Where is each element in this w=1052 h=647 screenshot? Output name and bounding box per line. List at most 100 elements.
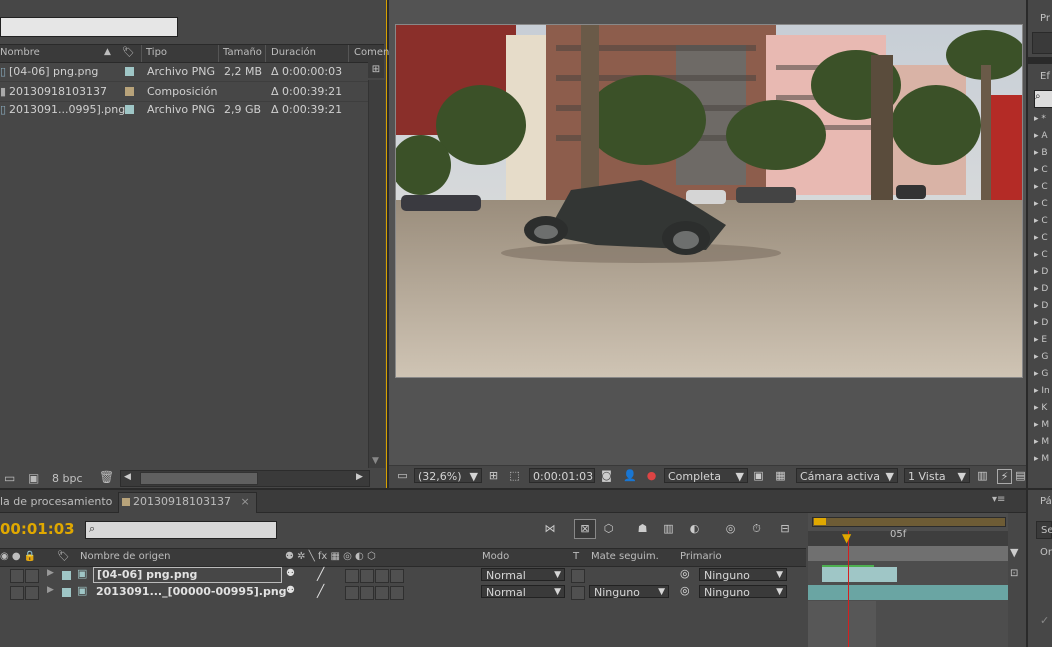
switch-motion-blur[interactable] (375, 569, 389, 583)
current-time-indicator[interactable] (848, 531, 849, 647)
label-tag-icon[interactable]: 🏷 (57, 551, 70, 562)
close-icon[interactable]: × (240, 495, 249, 508)
track-matte-dropdown[interactable]: Ninguno ▼ (589, 585, 669, 599)
quality-switch-icon[interactable]: ╱ (317, 584, 324, 598)
timeline-search-input[interactable]: ⌕ (85, 521, 277, 539)
label-color-swatch[interactable] (125, 105, 134, 114)
flowchart-view-icon[interactable]: ⚡ (997, 469, 1012, 484)
solo-toggle[interactable] (25, 586, 39, 600)
project-vertical-scrollbar[interactable] (368, 80, 385, 468)
effect-category[interactable]: ▸ M (1034, 454, 1049, 464)
draft-3d-icon[interactable]: ⬡ (602, 522, 615, 535)
column-parent[interactable]: Primario (680, 551, 722, 562)
show-snapshot-icon[interactable]: 👤 (623, 469, 637, 482)
column-duration[interactable]: Duración (271, 47, 316, 58)
layer-label-color[interactable] (62, 571, 71, 580)
project-item[interactable]: ▯ [04-06] png.png Archivo PNG 2,2 MB Δ 0… (0, 62, 368, 81)
auto-keyframe-icon[interactable]: ⏱ (750, 522, 763, 535)
effect-category[interactable]: ▸ D (1034, 284, 1048, 294)
preview-controls[interactable] (1032, 32, 1052, 54)
effect-category[interactable]: ▸ C (1034, 233, 1048, 243)
column-name[interactable]: Nombre (0, 47, 40, 58)
comp-mini-flowchart-icon[interactable]: ⋈ (540, 522, 560, 535)
composition-preview-frame[interactable] (395, 24, 1023, 378)
magnification-dropdown[interactable]: (32,6%) ▼ (414, 468, 482, 483)
column-source-name[interactable]: Nombre de origen (80, 551, 170, 562)
effect-category[interactable]: ▸ * (1034, 114, 1046, 124)
graph-editor-icon[interactable]: ⊟ (776, 522, 794, 535)
live-update-icon[interactable]: ⊠ (574, 519, 596, 539)
effect-category[interactable]: ▸ C (1034, 199, 1048, 209)
snapshot-camera-icon[interactable]: ◙ (600, 469, 613, 482)
channel-rgb-icon[interactable]: ● (645, 469, 658, 482)
label-color-swatch[interactable] (125, 87, 134, 96)
effect-category[interactable]: ▸ C (1034, 165, 1048, 175)
layer-name[interactable]: [04-06] png.png (93, 567, 282, 583)
quality-switch-icon[interactable]: ╱ (317, 567, 324, 581)
preview-panel-tab[interactable]: Pr (1040, 13, 1050, 24)
expand-arrow-icon[interactable]: ▶ (47, 585, 54, 595)
always-preview-icon[interactable]: ▭ (396, 469, 409, 482)
effect-category[interactable]: ▸ E (1034, 335, 1047, 345)
switch-3d[interactable] (390, 569, 404, 583)
flowchart-icon[interactable]: ⊞ (368, 62, 384, 78)
transparency-grid-icon[interactable]: ▦ (774, 469, 787, 482)
effect-category[interactable]: ▸ B (1034, 148, 1048, 158)
trash-icon[interactable]: 🗑 (99, 470, 114, 484)
label-color-swatch[interactable] (125, 67, 134, 76)
parent-dropdown[interactable]: Ninguno ▼ (699, 585, 787, 599)
exposure-icon[interactable]: ▤ (1014, 469, 1027, 482)
new-composition-icon[interactable]: ▣ (28, 471, 39, 485)
switch-effect[interactable] (345, 569, 359, 583)
resolution-dropdown[interactable]: Completa ▼ (664, 468, 748, 483)
column-type[interactable]: Tipo (146, 47, 167, 58)
effect-category[interactable]: ▸ M (1034, 437, 1049, 447)
effect-category[interactable]: ▸ G (1034, 352, 1048, 362)
checkbox[interactable]: ✓ (1040, 614, 1049, 627)
effect-category[interactable]: ▸ M (1034, 420, 1049, 430)
preserve-transparency-toggle[interactable] (571, 569, 585, 583)
effect-category[interactable]: ▸ D (1034, 318, 1048, 328)
preserve-transparency-toggle[interactable] (571, 586, 585, 600)
tab-render-queue[interactable]: la de procesamiento (0, 493, 112, 511)
frame-blending-icon[interactable]: ▥ (662, 522, 675, 535)
switch-3d[interactable] (390, 586, 404, 600)
safe-margins-icon[interactable]: ⊞ (487, 469, 500, 482)
effect-category[interactable]: ▸ C (1034, 216, 1048, 226)
time-navigator-start-handle[interactable] (814, 518, 826, 525)
effect-category[interactable]: ▸ D (1034, 301, 1048, 311)
pick-whip-icon[interactable]: ◎ (680, 567, 690, 580)
layer-duration-bar[interactable] (822, 567, 897, 582)
hide-shy-layers-icon[interactable]: ☗ (636, 522, 649, 535)
parent-dropdown[interactable]: Ninguno ▼ (699, 568, 787, 582)
scrollbar-thumb[interactable] (140, 472, 258, 485)
paragraph-panel-tab[interactable]: Pá (1040, 496, 1052, 507)
work-area-bar[interactable] (808, 546, 1008, 561)
column-t[interactable]: T (573, 551, 579, 562)
panel-option-button[interactable]: Se (1036, 521, 1052, 539)
effects-panel-tab[interactable]: Ef (1040, 71, 1050, 82)
shy-switch-icon[interactable]: ⚉ (286, 585, 295, 596)
toggle-pixel-aspect-icon[interactable]: ▥ (976, 469, 989, 482)
current-time-timecode[interactable]: 00:01:03 (0, 520, 75, 538)
effect-category[interactable]: ▸ D (1034, 267, 1048, 277)
project-item[interactable]: ▯ 2013091...0995].png Archivo PNG 2,9 GB… (0, 100, 368, 119)
folder-icon[interactable]: ▭ (4, 471, 15, 485)
sort-arrow-icon[interactable]: ▲ (104, 47, 111, 57)
project-search-input[interactable] (0, 17, 178, 37)
scroll-right-icon[interactable]: ▶ (356, 472, 363, 482)
effect-category[interactable]: ▸ K (1034, 403, 1047, 413)
project-item[interactable]: ▮ 20130918103137 Composición Δ 0:00:39:2… (0, 81, 368, 102)
switch-frame-blend[interactable] (360, 569, 374, 583)
mode-dropdown[interactable]: Normal ▼ (481, 585, 565, 599)
fast-preview-icon[interactable]: ▣ (752, 469, 765, 482)
region-of-interest-icon[interactable]: ⬚ (508, 469, 521, 482)
video-toggle[interactable] (10, 569, 24, 583)
camera-view-dropdown[interactable]: Cámara activa ▼ (796, 468, 898, 483)
column-comment[interactable]: Coment (354, 47, 393, 58)
switch-frame-blend[interactable] (360, 586, 374, 600)
time-navigator-bar[interactable] (812, 517, 1006, 527)
tab-composition[interactable]: 20130918103137 × (118, 492, 257, 513)
scroll-left-icon[interactable]: ◀ (124, 472, 131, 482)
zoom-marker-icon[interactable]: ▼ (1010, 546, 1018, 559)
